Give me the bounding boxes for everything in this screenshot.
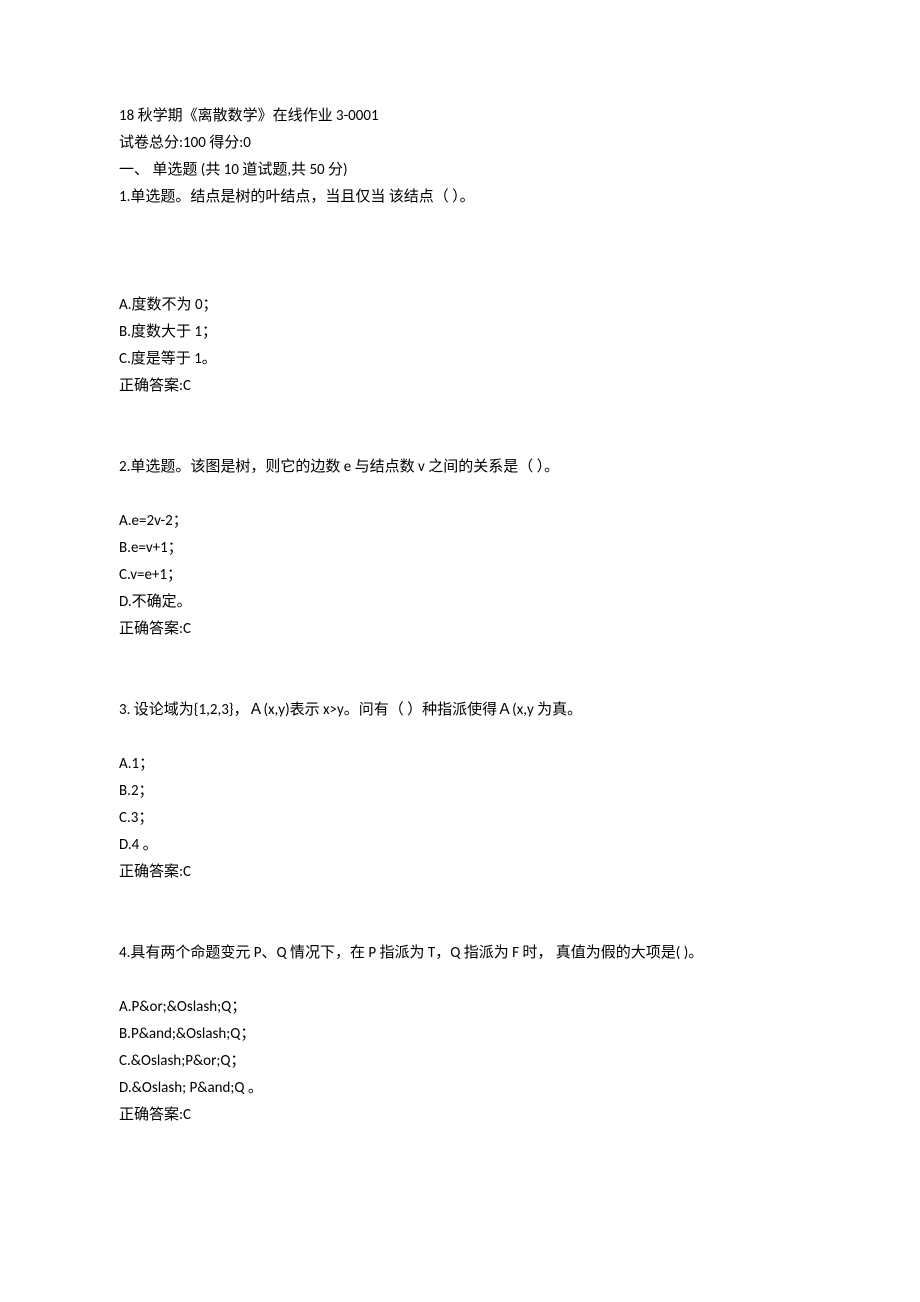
q1-option-a: A.度数不为 0； bbox=[119, 292, 801, 319]
q1-option-c: C.度是等于 1。 bbox=[119, 346, 801, 373]
q3-option-b: B.2； bbox=[119, 778, 801, 805]
q4-answer: 正确答案:C bbox=[119, 1102, 801, 1129]
spacer bbox=[119, 724, 801, 751]
score-line: 试卷总分:100 得分:0 bbox=[119, 130, 801, 157]
q3-option-a: A.1； bbox=[119, 751, 801, 778]
q2-option-b: B.e=v+1； bbox=[119, 535, 801, 562]
q4-stem: 4.具有两个命题变元 P、Q 情况下，在 P 指派为 T，Q 指派为 F 时， … bbox=[119, 940, 801, 967]
q4-option-b: B.P&and;&Oslash;Q； bbox=[119, 1021, 801, 1048]
spacer bbox=[119, 886, 801, 940]
q2-option-c: C.v=e+1； bbox=[119, 562, 801, 589]
q4-option-a: A.P&or;&Oslash;Q； bbox=[119, 994, 801, 1021]
q2-stem: 2.单选题。该图是树，则它的边数 e 与结点数 v 之间的关系是（ ）。 bbox=[119, 454, 801, 481]
q3-stem: 3. 设论域为{1,2,3}，Ａ(x,y)表示 x>y。问有（ ）种指派使得Ａ(… bbox=[119, 697, 801, 724]
q1-answer: 正确答案:C bbox=[119, 373, 801, 400]
q4-option-c: C.&Oslash;P&or;Q； bbox=[119, 1048, 801, 1075]
document-page: 18 秋学期《离散数学》在线作业 3-0001 试卷总分:100 得分:0 一、… bbox=[0, 0, 920, 1302]
assignment-title: 18 秋学期《离散数学》在线作业 3-0001 bbox=[119, 103, 801, 130]
q2-option-d: D.不确定。 bbox=[119, 589, 801, 616]
spacer bbox=[119, 211, 801, 292]
q4-option-d: D.&Oslash; P&and;Q 。 bbox=[119, 1075, 801, 1102]
spacer bbox=[119, 967, 801, 994]
spacer bbox=[119, 643, 801, 697]
q3-option-d: D.4 。 bbox=[119, 832, 801, 859]
spacer bbox=[119, 400, 801, 454]
q2-option-a: A.e=2v-2； bbox=[119, 508, 801, 535]
section-heading: 一、 单选题 (共 10 道试题,共 50 分) bbox=[119, 157, 801, 184]
q1-stem: 1.单选题。结点是树的叶结点，当且仅当 该结点（ ）。 bbox=[119, 184, 801, 211]
spacer bbox=[119, 481, 801, 508]
q3-answer: 正确答案:C bbox=[119, 859, 801, 886]
q1-option-b: B.度数大于 1； bbox=[119, 319, 801, 346]
q2-answer: 正确答案:C bbox=[119, 616, 801, 643]
q3-option-c: C.3； bbox=[119, 805, 801, 832]
